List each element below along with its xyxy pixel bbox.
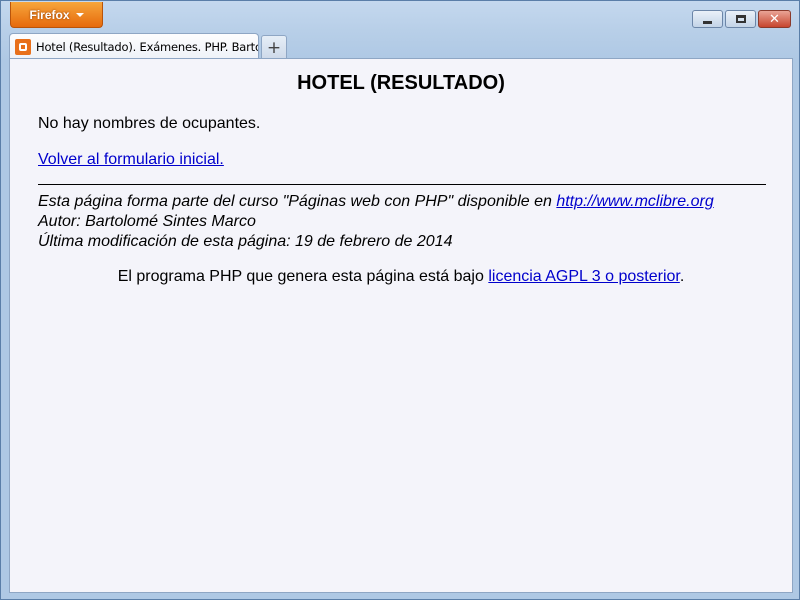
license-suffix: .	[679, 268, 685, 285]
new-tab-button[interactable]: +	[261, 35, 287, 59]
divider	[38, 184, 766, 185]
footer-course-text: Esta página forma parte del curso "Págin…	[38, 193, 557, 210]
back-to-form-link[interactable]: Volver al formulario inicial.	[38, 151, 224, 169]
close-icon: ✕	[769, 11, 780, 27]
browser-window: Firefox ✕ Hotel (Resultado). Exámenes. P…	[0, 0, 800, 600]
license-link[interactable]: licencia AGPL 3 o posterior	[488, 268, 680, 285]
maximize-button[interactable]	[725, 10, 756, 28]
mclibre-link[interactable]: http://www.mclibre.org	[556, 193, 713, 210]
close-button[interactable]: ✕	[758, 10, 791, 28]
firefox-menu-label: Firefox	[29, 7, 70, 22]
license-notice: El programa PHP que genera esta página e…	[10, 268, 792, 286]
plus-icon: +	[266, 37, 282, 58]
favicon-icon	[15, 38, 31, 55]
status-message: No hay nombres de ocupantes.	[38, 115, 261, 132]
tab-active[interactable]: Hotel (Resultado). Exámenes. PHP. Barto.…	[9, 33, 259, 59]
window-controls: ✕	[692, 10, 791, 28]
tab-title: Hotel (Resultado). Exámenes. PHP. Barto.…	[36, 39, 258, 54]
footer-course-line: Esta página forma parte del curso "Págin…	[38, 192, 714, 212]
firefox-menu-button[interactable]: Firefox	[10, 2, 103, 28]
minimize-icon	[703, 20, 712, 24]
footer-author: Autor: Bartolomé Sintes Marco	[38, 213, 256, 230]
license-text: El programa PHP que genera esta página e…	[117, 268, 489, 285]
footer-modified: Última modificación de esta página: 19 d…	[38, 233, 453, 250]
maximize-icon	[735, 15, 746, 23]
page-content: HOTEL (RESULTADO) No hay nombres de ocup…	[9, 58, 793, 593]
page-title: HOTEL (RESULTADO)	[297, 72, 505, 94]
page-footer: Esta página forma parte del curso "Págin…	[38, 192, 714, 252]
minimize-button[interactable]	[692, 10, 723, 28]
dropdown-arrow-icon	[75, 12, 84, 17]
